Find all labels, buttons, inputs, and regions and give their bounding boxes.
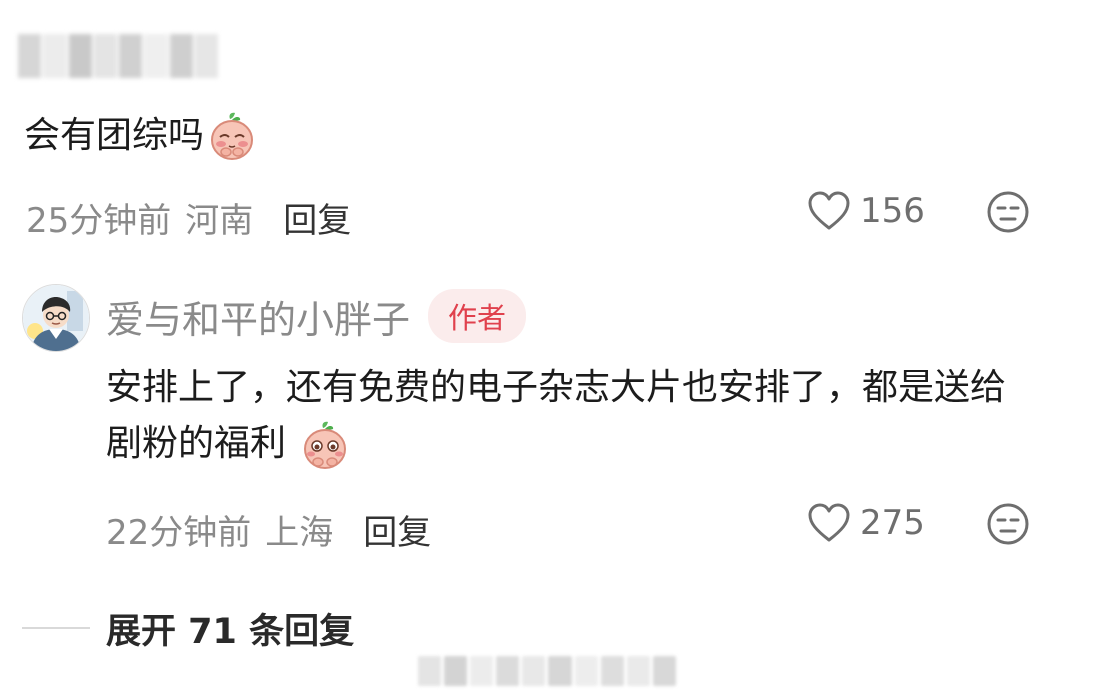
neutral-face-icon[interactable] — [986, 190, 1030, 234]
like-count: 156 — [860, 191, 925, 231]
like-count: 275 — [860, 503, 925, 543]
reply-body: 安排上了，还有免费的电子杂志大片也安排了，都是送给剧粉的福利 — [106, 367, 1007, 464]
watermark — [418, 656, 676, 686]
comment-body: 会有团综吗 — [24, 115, 205, 156]
expand-replies-button[interactable]: 展开 71 条回复 — [22, 602, 354, 654]
avatar[interactable] — [22, 284, 90, 352]
neutral-face-icon[interactable] — [986, 502, 1030, 546]
reply-button[interactable]: 回复 — [283, 193, 351, 242]
like-button[interactable]: 156 — [806, 186, 925, 236]
author-badge: 作者 — [428, 289, 527, 343]
heart-outline-icon — [808, 191, 850, 230]
avatar-illustration — [23, 285, 89, 351]
reply-meta: 22分钟前 上海 回复 — [106, 504, 431, 554]
heart-outline-icon — [808, 503, 850, 542]
peach-pleading-emoji — [211, 112, 254, 160]
comment-meta: 25分钟前 河南 回复 — [26, 192, 351, 242]
reply-author-name[interactable]: 爱与和平的小胖子 — [106, 289, 410, 344]
reply-text: 安排上了，还有免费的电子杂志大片也安排了，都是送给剧粉的福利 — [106, 360, 1006, 472]
blurred-username — [18, 34, 218, 78]
expand-replies-label: 展开 71 条回复 — [106, 611, 355, 652]
reply-button[interactable]: 回复 — [363, 505, 431, 554]
comment-location: 河南 — [185, 200, 254, 241]
comment-text: 会有团综吗 — [24, 108, 256, 164]
reply-header: 爱与和平的小胖子 作者 — [106, 289, 527, 344]
reply-location: 上海 — [265, 512, 334, 553]
reply-time: 22分钟前 — [106, 512, 252, 553]
divider — [22, 627, 90, 629]
like-button[interactable]: 275 — [806, 498, 925, 548]
peach-shy-emoji — [304, 421, 347, 469]
comment-time: 25分钟前 — [26, 200, 172, 241]
